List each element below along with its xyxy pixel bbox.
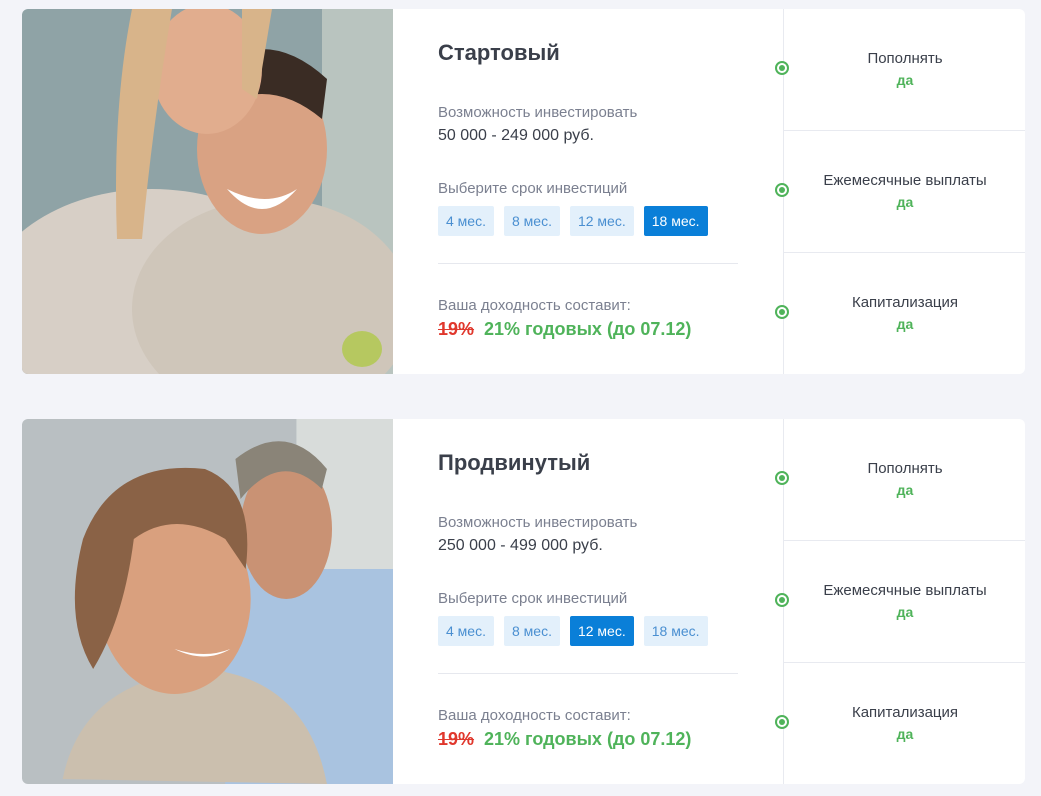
- term-option-8[interactable]: 8 мес.: [503, 616, 560, 646]
- new-rate: 21% годовых (до 07.12): [484, 319, 692, 339]
- term-option-12[interactable]: 12 мес.: [569, 206, 634, 236]
- plan-info: Продвинутый Возможность инвестировать 25…: [393, 419, 783, 784]
- plan-info: Стартовый Возможность инвестировать 50 0…: [393, 9, 783, 374]
- plan-features: Пополнять да Ежемесячные выплаты да Капи…: [775, 9, 1025, 374]
- plan-card-starter: Стартовый Возможность инвестировать 50 0…: [22, 9, 1025, 374]
- feature-top-up: Пополнять да: [775, 419, 1025, 541]
- feature-monthly-payouts: Ежемесячные выплаты да: [775, 541, 1025, 663]
- divider: [438, 263, 738, 264]
- invest-range: 250 000 - 499 000 руб.: [438, 537, 603, 554]
- feature-monthly-payouts: Ежемесячные выплаты да: [775, 131, 1025, 253]
- feature-name: Капитализация: [851, 294, 959, 311]
- feature-name: Ежемесячные выплаты: [823, 172, 987, 189]
- feature-name: Капитализация: [851, 704, 959, 721]
- plan-title: Стартовый: [438, 40, 560, 65]
- invest-range: 50 000 - 249 000 руб.: [438, 127, 594, 144]
- feature-name: Пополнять: [867, 460, 943, 477]
- feature-value: да: [896, 604, 914, 620]
- term-label: Выберите срок инвестиций: [438, 590, 628, 607]
- invest-label: Возможность инвестировать: [438, 104, 638, 121]
- feature-value: да: [896, 316, 914, 332]
- feature-top-up: Пополнять да: [775, 9, 1025, 131]
- feature-value: да: [896, 482, 914, 498]
- term-option-4[interactable]: 4 мес.: [438, 206, 494, 236]
- yield-value: 19% 21% годовых (до 07.12): [438, 319, 691, 340]
- feature-value: да: [896, 726, 914, 742]
- new-rate: 21% годовых (до 07.12): [484, 729, 692, 749]
- term-option-18[interactable]: 18 мес.: [643, 616, 708, 646]
- term-option-4[interactable]: 4 мес.: [438, 616, 494, 646]
- feature-value: да: [896, 194, 914, 210]
- term-option-18[interactable]: 18 мес.: [643, 206, 708, 236]
- smiling-couple-photo: [22, 9, 393, 374]
- term-selector: 4 мес. 8 мес. 12 мес. 18 мес.: [438, 616, 708, 646]
- mature-couple-photo: [22, 419, 393, 784]
- old-rate: 19%: [438, 729, 475, 749]
- plan-title: Продвинутый: [438, 450, 591, 475]
- feature-capitalization: Капитализация да: [775, 663, 1025, 784]
- old-rate: 19%: [438, 319, 475, 339]
- plan-features: Пополнять да Ежемесячные выплаты да Капи…: [775, 419, 1025, 784]
- term-label: Выберите срок инвестиций: [438, 180, 628, 197]
- feature-name: Ежемесячные выплаты: [823, 582, 987, 599]
- term-option-12[interactable]: 12 мес.: [569, 616, 634, 646]
- feature-capitalization: Капитализация да: [775, 253, 1025, 374]
- yield-label: Ваша доходность составит:: [438, 707, 631, 724]
- term-option-8[interactable]: 8 мес.: [503, 206, 560, 236]
- yield-value: 19% 21% годовых (до 07.12): [438, 729, 691, 750]
- plan-card-advanced: Продвинутый Возможность инвестировать 25…: [22, 419, 1025, 784]
- feature-name: Пополнять: [867, 50, 943, 67]
- term-selector: 4 мес. 8 мес. 12 мес. 18 мес.: [438, 206, 708, 236]
- divider: [438, 673, 738, 674]
- yield-label: Ваша доходность составит:: [438, 297, 631, 314]
- invest-label: Возможность инвестировать: [438, 514, 638, 531]
- feature-value: да: [896, 72, 914, 88]
